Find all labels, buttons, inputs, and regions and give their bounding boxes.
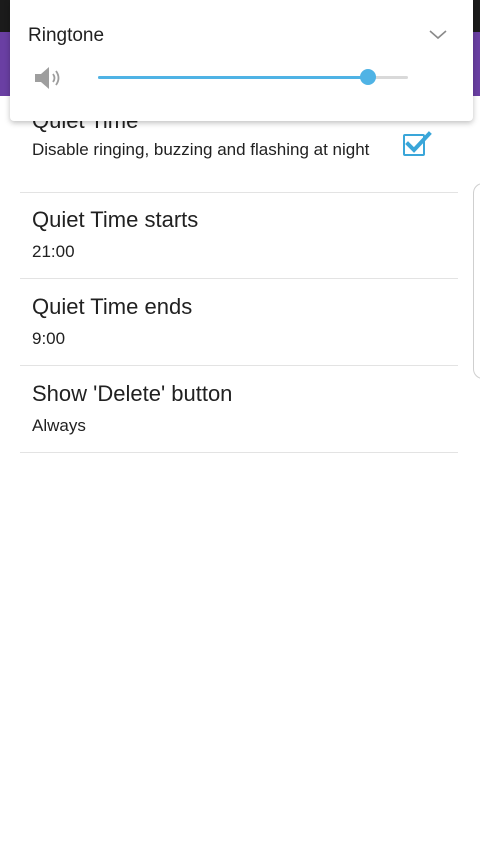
volume-stream-title: Ringtone [28,25,105,46]
chevron-down-icon[interactable] [427,24,449,46]
show-delete-button-title: Show 'Delete' button [32,381,233,406]
volume-panel: Ringtone [10,0,473,121]
quiet-time-starts-setting[interactable]: Quiet Time starts 21:00 [20,192,458,279]
quiet-time-ends-title: Quiet Time ends [32,294,193,319]
volume-slider-thumb[interactable] [359,69,376,85]
quiet-time-starts-value: 21:00 [32,242,75,261]
edge-panel-handle[interactable] [473,183,480,379]
volume-slider-fill [98,76,368,79]
quiet-time-starts-title: Quiet Time starts [32,207,199,232]
show-delete-button-setting[interactable]: Show 'Delete' button Always [20,366,458,453]
quiet-time-ends-value: 9:00 [32,329,66,348]
checkmark-icon [405,131,432,153]
speaker-volume-icon[interactable] [32,64,66,92]
quiet-time-summary: Disable ringing, buzzing and flashing at… [32,140,370,159]
show-delete-button-value: Always [32,416,86,435]
quiet-time-checkbox[interactable] [403,131,432,156]
quiet-time-ends-setting[interactable]: Quiet Time ends 9:00 [20,279,458,366]
volume-slider[interactable] [98,66,408,90]
